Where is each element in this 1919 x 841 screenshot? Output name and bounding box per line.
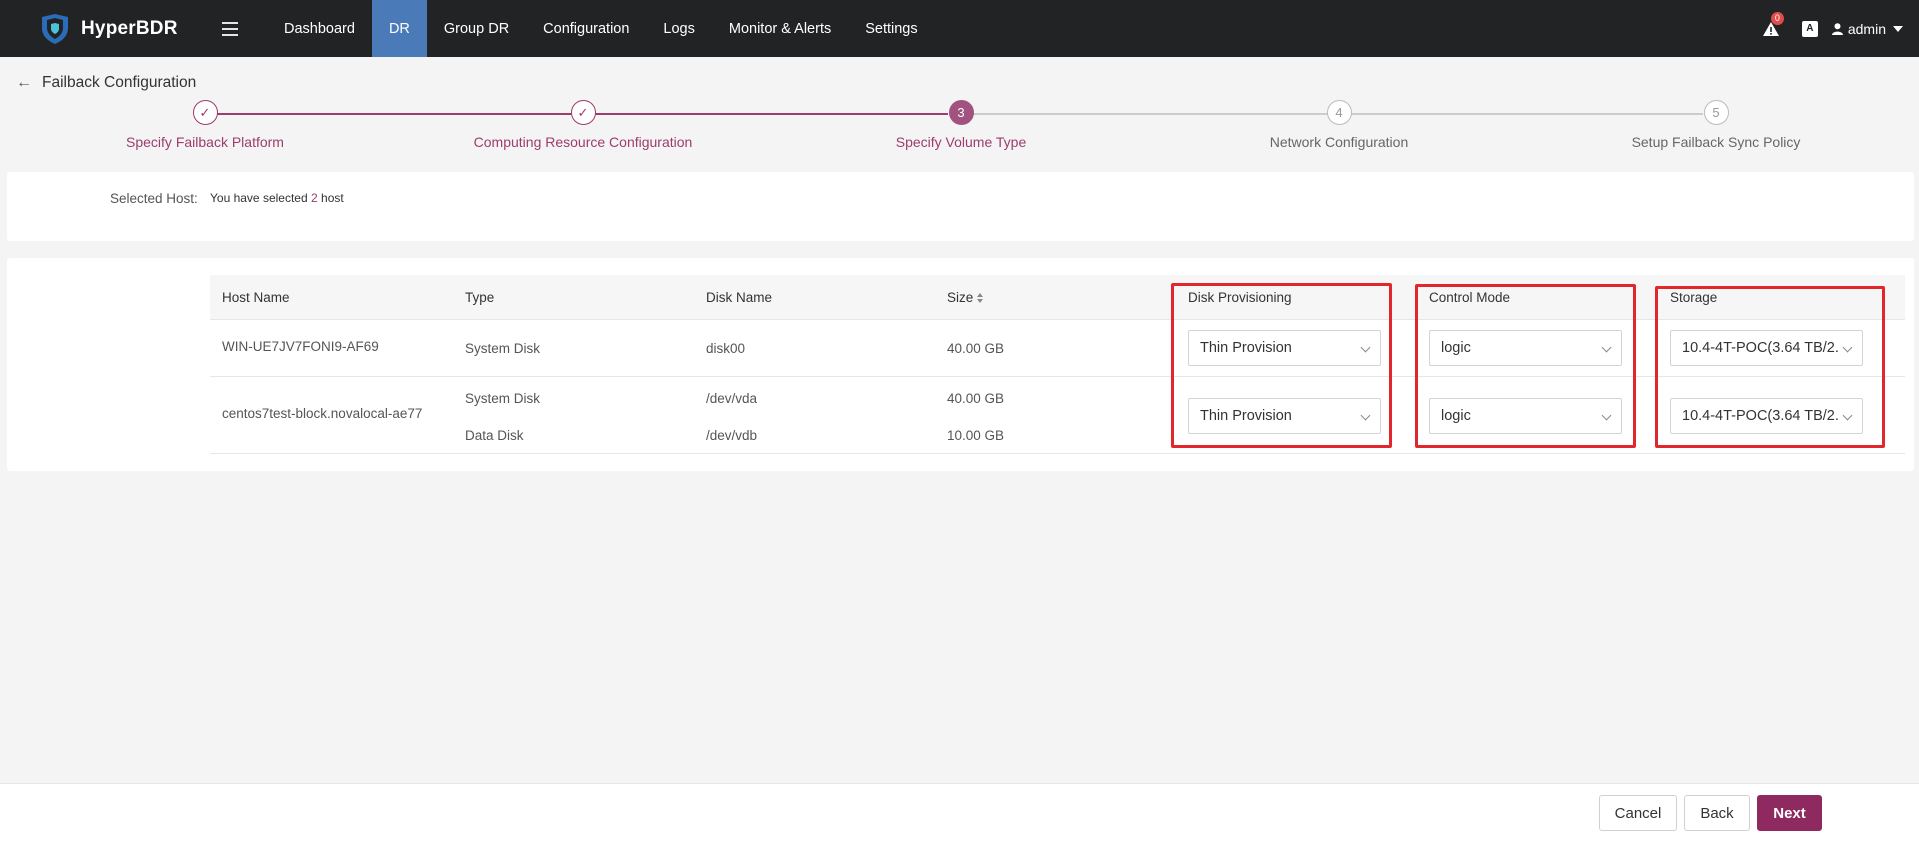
control-mode-select[interactable]: logic <box>1429 330 1622 366</box>
storage-select[interactable]: 10.4-4T-POC(3.64 TB/2. <box>1670 398 1863 434</box>
select-value: Thin Provision <box>1200 408 1292 424</box>
selected-host-label: Selected Host: <box>110 191 198 206</box>
table-header: Host Name Type Disk Name Size Disk Provi… <box>210 275 1905 320</box>
step-failback-sync-policy: 5 Setup Failback Sync Policy <box>1566 100 1866 150</box>
col-type: Type <box>465 290 495 305</box>
disk-name: disk00 <box>706 341 746 356</box>
col-storage: Storage <box>1670 290 1718 305</box>
selected-host-summary: You have selected 2 host <box>210 191 344 205</box>
disk-provisioning-select[interactable]: Thin Provision <box>1188 398 1381 434</box>
disk-name: /dev/vdb <box>706 428 758 443</box>
progress-steps: ✓ Specify Failback Platform ✓ Computing … <box>0 100 1919 160</box>
logo[interactable]: HyperBDR <box>38 13 210 45</box>
col-disk-provisioning: Disk Provisioning <box>1188 290 1292 305</box>
disk-type: Data Disk <box>465 428 524 443</box>
menu-toggle-icon[interactable] <box>222 21 238 36</box>
selection-suffix: host <box>321 191 344 205</box>
user-menu[interactable]: admin <box>1831 20 1903 37</box>
sort-icon[interactable] <box>977 292 984 303</box>
volume-table: Host Name Type Disk Name Size Disk Provi… <box>210 275 1905 454</box>
col-control-mode: Control Mode <box>1429 290 1511 305</box>
select-value: 10.4-4T-POC(3.64 TB/2. <box>1682 340 1839 356</box>
col-size-label: Size <box>947 290 974 305</box>
step-number: 3 <box>948 100 974 125</box>
disk-type: System Disk <box>465 391 541 406</box>
main-nav: Dashboard DR Group DR Configuration Logs… <box>267 0 935 57</box>
step-label: Specify Failback Platform <box>126 134 284 150</box>
alert-button[interactable]: 0 <box>1762 11 1784 38</box>
host-name: WIN-UE7JV7FONI9-AF69 <box>222 339 379 354</box>
select-value: 10.4-4T-POC(3.64 TB/2. <box>1682 408 1839 424</box>
step-label: Setup Failback Sync Policy <box>1631 134 1801 150</box>
alert-count-badge: 0 <box>1770 11 1784 25</box>
select-value: logic <box>1441 408 1471 424</box>
host-name: centos7test-block.novalocal-ae77 <box>222 406 423 421</box>
back-arrow-icon[interactable]: ← <box>16 74 32 92</box>
disk-size: 40.00 GB <box>947 391 1005 406</box>
disk-size: 40.00 GB <box>947 341 1005 356</box>
volume-table-panel: Host Name Type Disk Name Size Disk Provi… <box>7 258 1914 471</box>
cancel-button[interactable]: Cancel <box>1599 795 1677 831</box>
step-number: 5 <box>1703 100 1729 125</box>
nav-dashboard[interactable]: Dashboard <box>267 0 372 57</box>
top-navbar: HyperBDR Dashboard DR Group DR Configura… <box>0 0 1919 57</box>
footer-bar: Cancel Back Next <box>0 783 1919 841</box>
disk-name: /dev/vda <box>706 391 758 406</box>
disk-type: System Disk <box>465 341 541 356</box>
chevron-down-icon <box>1893 25 1903 32</box>
step-specify-volume-type: 3 Specify Volume Type <box>811 100 1111 150</box>
step-specify-failback-platform: ✓ Specify Failback Platform <box>55 100 355 150</box>
check-icon: ✓ <box>570 100 596 125</box>
page-title: Failback Configuration <box>42 74 197 91</box>
username: admin <box>1847 20 1886 37</box>
back-button[interactable]: Back <box>1684 795 1750 831</box>
nav-settings[interactable]: Settings <box>848 0 934 57</box>
nav-group-dr[interactable]: Group DR <box>427 0 526 57</box>
step-computing-resource: ✓ Computing Resource Configuration <box>433 100 733 150</box>
nav-monitor-alerts[interactable]: Monitor & Alerts <box>712 0 848 57</box>
selection-count: 2 <box>310 191 318 205</box>
table-row: centos7test-block.novalocal-ae77 System … <box>210 377 1905 454</box>
selected-host-panel: Selected Host: You have selected 2 host <box>7 172 1914 241</box>
page-header: ← Failback Configuration <box>16 74 196 92</box>
brand-name: HyperBDR <box>81 17 178 39</box>
nav-logs[interactable]: Logs <box>646 0 711 57</box>
step-network-configuration: 4 Network Configuration <box>1189 100 1489 150</box>
hyperbdr-logo-icon <box>42 13 68 44</box>
selection-prefix: You have selected <box>210 191 308 205</box>
check-icon: ✓ <box>192 100 218 125</box>
step-number: 4 <box>1326 100 1352 125</box>
table-row: WIN-UE7JV7FONI9-AF69 System Disk disk00 … <box>210 320 1905 377</box>
select-value: logic <box>1441 340 1471 356</box>
col-disk-name: Disk Name <box>706 290 773 305</box>
step-label: Network Configuration <box>1269 134 1409 150</box>
next-button[interactable]: Next <box>1757 795 1822 831</box>
step-label: Computing Resource Configuration <box>473 134 693 150</box>
language-icon[interactable]: A <box>1801 20 1818 37</box>
control-mode-select[interactable]: logic <box>1429 398 1622 434</box>
col-size[interactable]: Size <box>947 275 984 320</box>
disk-provisioning-select[interactable]: Thin Provision <box>1188 330 1381 366</box>
storage-select[interactable]: 10.4-4T-POC(3.64 TB/2. <box>1670 330 1863 366</box>
disk-size: 10.00 GB <box>947 428 1005 443</box>
nav-configuration[interactable]: Configuration <box>526 0 646 57</box>
step-label: Specify Volume Type <box>895 134 1027 150</box>
col-host-name: Host Name <box>222 290 290 305</box>
select-value: Thin Provision <box>1200 340 1292 356</box>
user-icon <box>1831 22 1843 35</box>
nav-dr[interactable]: DR <box>371 0 427 57</box>
